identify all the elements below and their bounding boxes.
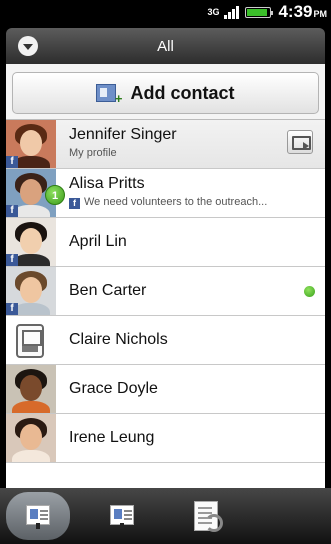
groups-tab[interactable] [90, 492, 154, 540]
clock: 4:39PM [278, 2, 327, 21]
contact-name: Grace Doyle [69, 380, 158, 397]
groups-card-icon [109, 503, 135, 529]
contact-row-april-lin[interactable]: f April Lin [6, 218, 325, 267]
avatar: f [6, 267, 56, 315]
list-item [6, 463, 325, 483]
status-bar: 3G 4:39PM [0, 0, 331, 24]
notification-badge: 1 [45, 185, 65, 205]
avatar [6, 365, 56, 413]
signal-icon [223, 5, 240, 19]
group-header[interactable]: All [6, 28, 325, 64]
battery-icon [245, 6, 274, 18]
add-contact-button[interactable]: + Add contact [12, 72, 319, 114]
contact-list[interactable]: + Add contact f Jennifer Singer My profi… [6, 64, 325, 488]
facebook-icon: f [6, 156, 18, 168]
call-history-tab[interactable] [174, 492, 238, 540]
contact-row-jennifer-singer[interactable]: f Jennifer Singer My profile [6, 120, 325, 169]
avatar: f [6, 218, 56, 266]
phone-contact-icon [16, 324, 44, 358]
add-contact-icon: + [96, 82, 122, 105]
facebook-icon: f [6, 303, 18, 315]
contact-row-irene-leung[interactable]: Irene Leung [6, 414, 325, 463]
contact-card-icon[interactable] [287, 130, 313, 154]
dropdown-icon[interactable] [18, 36, 38, 56]
call-history-icon [194, 501, 223, 532]
contact-name: Ben Carter [69, 282, 147, 299]
contact-row-claire-nichols[interactable]: Claire Nichols [6, 316, 325, 365]
contact-subtitle: My profile [69, 147, 117, 159]
contact-name: Alisa Pritts [69, 175, 145, 192]
avatar: f [6, 120, 56, 168]
facebook-icon: f [6, 205, 18, 217]
group-title: All [157, 37, 174, 55]
contact-row-alisa-pritts[interactable]: f 1 Alisa Pritts f We need volunteers to … [6, 169, 325, 218]
contact-row-ben-carter[interactable]: f Ben Carter [6, 267, 325, 316]
avatar [6, 316, 56, 364]
contacts-card-icon [25, 503, 51, 529]
facebook-icon: f [69, 198, 80, 209]
avatar [6, 414, 56, 462]
contact-name: Claire Nichols [69, 331, 168, 348]
facebook-icon: f [6, 254, 18, 266]
contact-row-grace-doyle[interactable]: Grace Doyle [6, 365, 325, 414]
people-tab[interactable] [6, 492, 70, 540]
online-status-icon [304, 286, 315, 297]
network-type: 3G [207, 6, 220, 17]
bottom-tab-bar [0, 488, 331, 544]
contact-name: Jennifer Singer [69, 126, 177, 143]
contact-name: April Lin [69, 233, 127, 250]
add-contact-area: + Add contact [6, 64, 325, 120]
contact-status: f We need volunteers to the outreach... [69, 196, 267, 209]
contact-name: Irene Leung [69, 429, 155, 446]
add-contact-label: Add contact [130, 82, 235, 103]
